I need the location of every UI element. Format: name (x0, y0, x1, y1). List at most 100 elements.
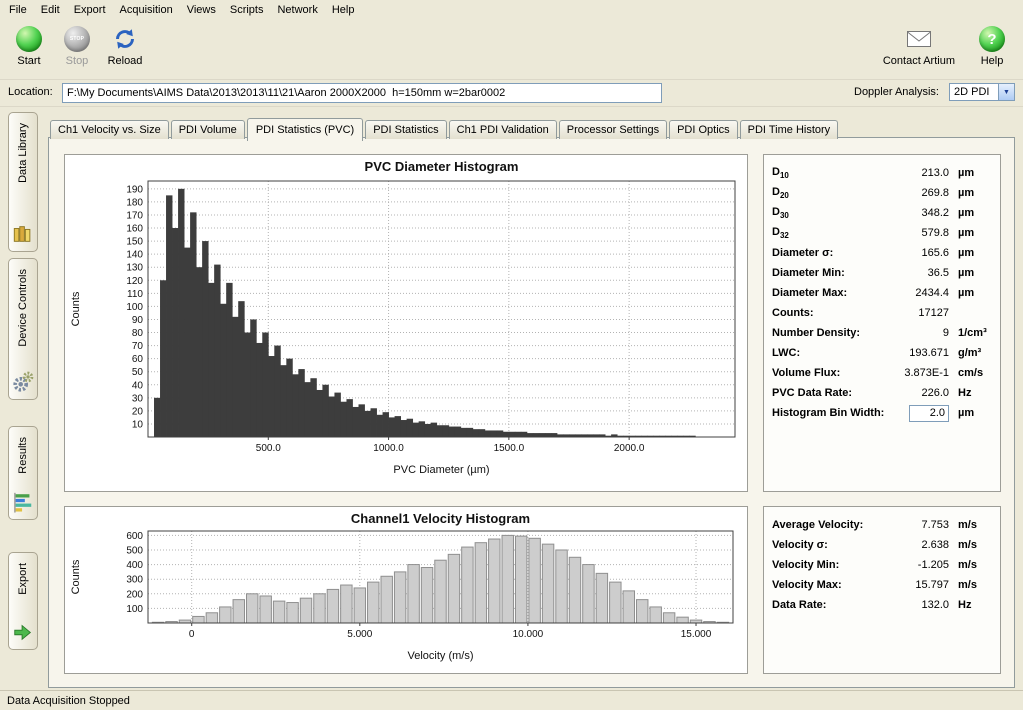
start-button[interactable]: Start (8, 26, 50, 67)
location-label: Location: (8, 86, 53, 98)
svg-text:1000.0: 1000.0 (373, 443, 404, 454)
tab-pdi-optics[interactable]: PDI Optics (669, 120, 738, 139)
stat-label: D32 (772, 226, 891, 240)
stat-value: 348.2 (891, 207, 949, 219)
start-sphere-icon (16, 26, 42, 52)
diameter-stats-panel: D10213.0µmD20269.8µmD30348.2µmD32579.8µm… (763, 154, 1001, 492)
export-arrow-icon (12, 621, 34, 643)
stat-label: Histogram Bin Width: (772, 407, 891, 419)
sidebar-item-device-controls[interactable]: Device Controls (8, 258, 38, 400)
svg-text:120: 120 (126, 276, 143, 287)
stat-label: LWC: (772, 347, 891, 359)
svg-text:400: 400 (126, 560, 143, 571)
tool-button-label: Contact Artium (883, 55, 955, 67)
stat-unit: µm (949, 207, 994, 219)
tab-pdi-volume[interactable]: PDI Volume (171, 120, 245, 139)
tab-pdi-time-history[interactable]: PDI Time History (740, 120, 839, 139)
menu-help[interactable]: Help (325, 2, 362, 18)
menu-file[interactable]: File (2, 2, 34, 18)
stat-value: 36.5 (891, 267, 949, 279)
stat-value: 213.0 (891, 167, 949, 179)
chevron-down-icon[interactable]: ▼ (998, 84, 1014, 100)
sidebar-item-export[interactable]: Export (8, 552, 38, 650)
stat-row: Average Velocity:7.753m/s (764, 515, 1000, 535)
stat-label: Counts: (772, 307, 891, 319)
menu-export[interactable]: Export (67, 2, 113, 18)
toolbar-left-group: StartSTOPStopReload (8, 26, 146, 67)
reload-button[interactable]: Reload (104, 26, 146, 67)
stat-row: Velocity Max:15.797m/s (764, 575, 1000, 595)
menu-network[interactable]: Network (270, 2, 324, 18)
stat-label: Number Density: (772, 327, 891, 339)
stat-unit: m/s (949, 559, 994, 571)
toolbar: StartSTOPStopReload Contact Artium ?Help (0, 19, 1023, 80)
tool-button-label: Reload (108, 55, 143, 67)
velocity-histogram-chart: 10020030040050060005.00010.00015.000Chan… (65, 507, 747, 673)
svg-text:PVC Diameter (µm): PVC Diameter (µm) (393, 464, 489, 476)
sidebar-item-label: Device Controls (17, 269, 29, 347)
reload-arrows-icon (112, 26, 138, 52)
stat-unit: 1/cm³ (949, 327, 994, 339)
tab-pdi-statistics[interactable]: PDI Statistics (365, 120, 446, 139)
menu-acquisition[interactable]: Acquisition (113, 2, 180, 18)
sidebar-item-results[interactable]: Results (8, 426, 38, 520)
stat-unit: µm (949, 247, 994, 259)
stat-row: Velocity σ:2.638m/s (764, 535, 1000, 555)
location-path-input[interactable] (62, 83, 662, 103)
stat-unit: g/m³ (949, 347, 994, 359)
menu-bar: FileEditExportAcquisitionViewsScriptsNet… (0, 0, 1023, 19)
bar-chart-icon (12, 491, 34, 513)
sidebar-item-label: Export (17, 563, 29, 595)
pvc-diameter-histogram-panel: 1020304050607080901001101201301401501601… (64, 154, 748, 492)
sidebar-item-label: Data Library (17, 123, 29, 183)
svg-text:PVC Diameter Histogram: PVC Diameter Histogram (365, 159, 519, 174)
stat-row: D32579.8µm (764, 223, 1000, 243)
velocity-histogram-panel: 10020030040050060005.00010.00015.000Chan… (64, 506, 748, 674)
svg-text:1500.0: 1500.0 (494, 443, 525, 454)
doppler-analysis-dropdown[interactable]: 2D PDI ▼ (949, 83, 1015, 101)
stat-label: Velocity σ: (772, 539, 891, 551)
stat-unit: µm (949, 187, 994, 199)
status-bar: Data Acquisition Stopped (0, 690, 1023, 710)
stat-value: 7.753 (891, 519, 949, 531)
sidebar-item-label: Results (17, 437, 29, 474)
stat-value: 17127 (891, 307, 949, 319)
svg-text:Counts: Counts (70, 291, 82, 326)
tab-pdi-statistics-pvc-[interactable]: PDI Statistics (PVC) (247, 118, 363, 141)
stat-unit: m/s (949, 519, 994, 531)
tool-button-label: Start (17, 55, 40, 67)
stat-row: Diameter Min:36.5µm (764, 263, 1000, 283)
stat-row: Data Rate:132.0Hz (764, 595, 1000, 615)
svg-text:60: 60 (132, 354, 144, 365)
svg-text:Channel1 Velocity Histogram: Channel1 Velocity Histogram (351, 511, 530, 526)
contact-artium-button[interactable]: Contact Artium (883, 26, 955, 67)
books-icon (12, 223, 34, 245)
tab-processor-settings[interactable]: Processor Settings (559, 120, 667, 139)
menu-scripts[interactable]: Scripts (223, 2, 271, 18)
svg-text:110: 110 (127, 289, 143, 300)
stat-value: 3.873E-1 (891, 367, 949, 379)
stat-label: Velocity Max: (772, 579, 891, 591)
stat-label: Velocity Min: (772, 559, 891, 571)
gears-icon (12, 371, 34, 393)
stat-row: Counts:17127 (764, 303, 1000, 323)
svg-text:5.000: 5.000 (347, 629, 372, 640)
svg-text:50: 50 (132, 367, 144, 378)
doppler-analysis-value: 2D PDI (950, 86, 998, 98)
stat-unit: Hz (949, 599, 994, 611)
stat-value: 193.671 (891, 347, 949, 359)
help-button[interactable]: ?Help (971, 26, 1013, 67)
tab-ch1-pdi-validation[interactable]: Ch1 PDI Validation (449, 120, 557, 139)
tab-ch1-velocity-vs-size[interactable]: Ch1 Velocity vs. Size (50, 120, 169, 139)
sidebar-item-data-library[interactable]: Data Library (8, 112, 38, 252)
stat-value (891, 405, 949, 422)
svg-text:70: 70 (132, 341, 144, 352)
stat-unit: µm (949, 167, 994, 179)
histogram-bin-width-input[interactable] (909, 405, 949, 422)
menu-edit[interactable]: Edit (34, 2, 67, 18)
stat-unit: µm (949, 227, 994, 239)
stat-label: D10 (772, 166, 891, 180)
stat-label: Diameter Min: (772, 267, 891, 279)
svg-text:190: 190 (126, 184, 143, 195)
menu-views[interactable]: Views (180, 2, 223, 18)
